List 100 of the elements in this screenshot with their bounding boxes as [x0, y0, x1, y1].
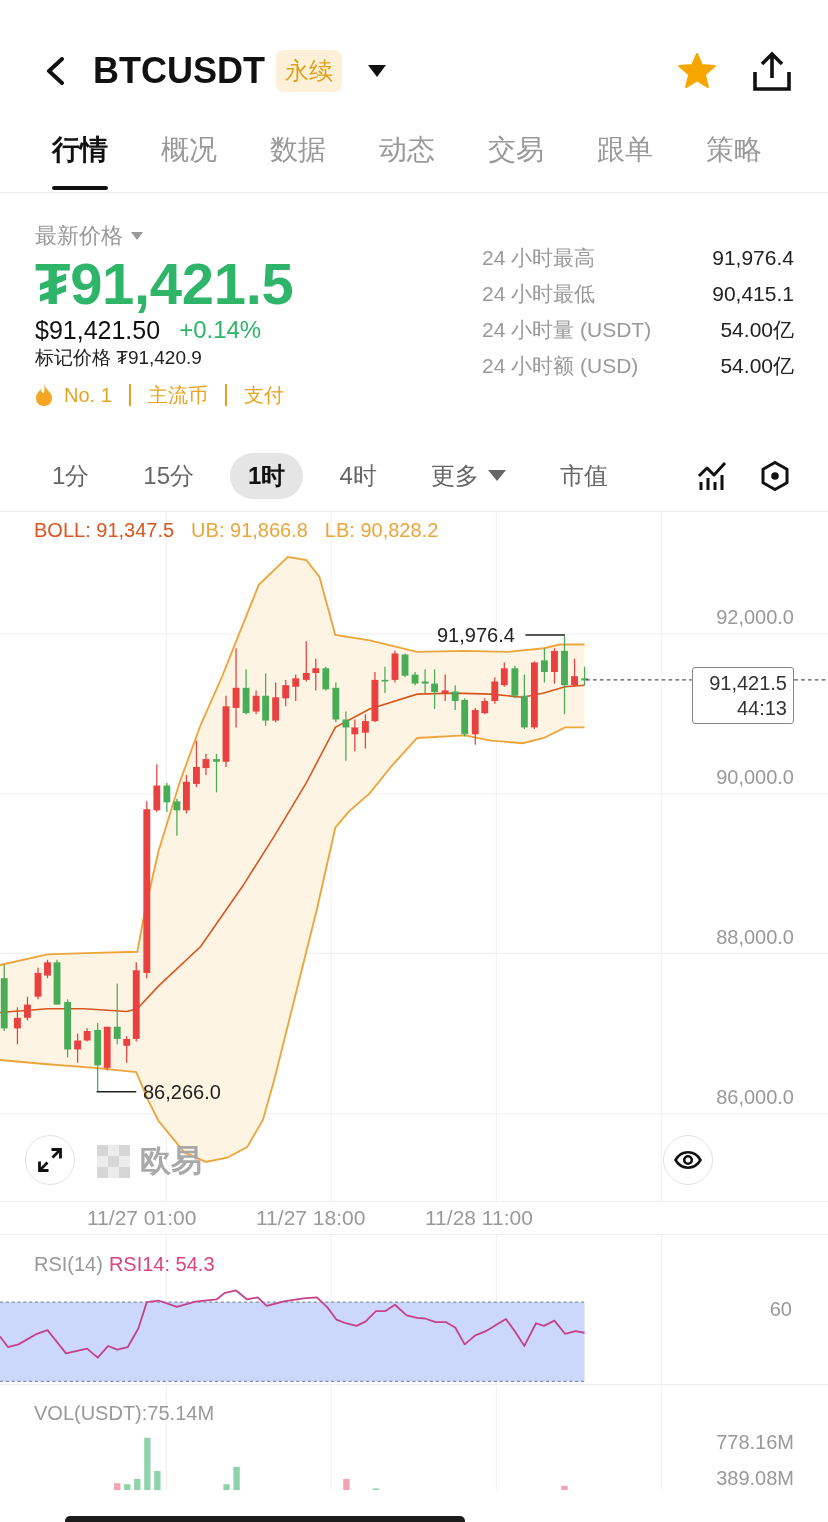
- candlestick: [34, 967, 42, 1000]
- candlestick: [242, 668, 250, 715]
- interval-tab[interactable]: 4时: [321, 452, 395, 499]
- candlestick: [64, 998, 71, 1059]
- caret-down-icon[interactable]: [368, 65, 386, 77]
- tab[interactable]: 行情: [52, 107, 108, 192]
- stat-value: 54.00亿: [720, 317, 794, 343]
- low-marker-line: [95, 1090, 138, 1093]
- volume-bar: [124, 1484, 131, 1490]
- volume-axis-label: 389.08M: [716, 1466, 794, 1490]
- volume-bar: [154, 1471, 161, 1490]
- candlestick: [541, 647, 548, 684]
- candlestick: [252, 689, 260, 715]
- flame-icon: [35, 384, 53, 406]
- candlestick: [461, 697, 469, 738]
- stat-value: 91,976.4: [712, 246, 794, 270]
- time-axis-label: 11/27 18:00: [256, 1206, 366, 1229]
- candlestick: [213, 753, 220, 793]
- star-icon[interactable]: [678, 53, 716, 89]
- candlestick: [193, 739, 200, 788]
- price-axis-label: 90,000.0: [716, 765, 794, 789]
- time-axis-label: 11/27 01:00: [87, 1206, 197, 1229]
- candlestick: [24, 996, 31, 1022]
- candlestick: [451, 684, 459, 711]
- category-tag[interactable]: No. 1: [53, 384, 129, 406]
- indicator-value: UB: 91,866.8: [191, 518, 308, 543]
- candlestick: [272, 681, 280, 723]
- volume-bar: [343, 1478, 350, 1490]
- candlestick: [153, 763, 161, 813]
- candlestick: [163, 782, 171, 813]
- more-intervals-button[interactable]: 更多: [412, 452, 524, 499]
- candlestick: [391, 650, 399, 684]
- candle-countdown: 44:13: [736, 695, 787, 721]
- candlestick: [421, 668, 429, 694]
- volume-title: VOL(USDT):75.14M: [34, 1401, 215, 1425]
- current-price: 91,421.5: [709, 670, 787, 696]
- stat-label: 24 小时额 (USD): [482, 353, 639, 379]
- expand-icon: [37, 1147, 63, 1173]
- tab[interactable]: 跟单: [597, 107, 653, 192]
- rsi-title: RSI(14): [34, 1252, 103, 1276]
- category-tag[interactable]: 主流币: [128, 384, 225, 406]
- logo-icon: [97, 1144, 130, 1178]
- mark-price: 标记价格 ₮91,420.9: [35, 346, 203, 370]
- candlestick: [551, 647, 558, 685]
- candlestick: [411, 671, 419, 686]
- indicator-chart-icon[interactable]: [697, 460, 727, 491]
- high-marker-line: [524, 634, 566, 636]
- visibility-button[interactable]: [663, 1135, 713, 1185]
- category-tag[interactable]: 支付: [224, 384, 301, 406]
- tab[interactable]: 概况: [161, 107, 217, 192]
- caret-down-icon: [131, 232, 143, 240]
- rsi-value: RSI14: 54.3: [108, 1252, 215, 1276]
- share-icon[interactable]: [752, 50, 792, 92]
- candlestick: [302, 640, 310, 683]
- tab[interactable]: 动态: [379, 107, 435, 192]
- volume-bar: [114, 1483, 121, 1490]
- interval-tab[interactable]: 15分: [125, 452, 213, 499]
- candlestick: [312, 658, 320, 692]
- volume-bar: [223, 1484, 230, 1490]
- time-axis-label: 11/28 11:00: [425, 1206, 533, 1229]
- fullscreen-button[interactable]: [25, 1135, 75, 1185]
- interval-tab[interactable]: 1分: [34, 452, 108, 499]
- candlestick: [471, 707, 479, 746]
- interval-tab[interactable]: 1时: [230, 452, 304, 499]
- tab[interactable]: 数据: [270, 107, 326, 192]
- price-axis-label: 88,000.0: [716, 925, 794, 949]
- candlestick: [0, 964, 8, 1032]
- candlestick: [581, 666, 588, 686]
- interval-tab[interactable]: 市值: [541, 452, 626, 499]
- candlestick: [401, 652, 409, 678]
- high-price-label: 91,976.4: [437, 623, 515, 647]
- candlestick: [262, 672, 270, 727]
- tab[interactable]: 交易: [488, 107, 544, 192]
- candlestick: [44, 959, 51, 979]
- candlestick: [202, 753, 210, 776]
- price-type-label[interactable]: 最新价格: [35, 223, 123, 249]
- volume-bar: [561, 1485, 568, 1490]
- back-icon[interactable]: [45, 57, 65, 85]
- candlestick: [332, 681, 340, 723]
- stat-value: 54.00亿: [720, 353, 794, 379]
- volume-bar: [233, 1466, 240, 1490]
- low-price-label: 86,266.0: [143, 1080, 221, 1104]
- last-price: ₮91,421.5: [35, 253, 295, 315]
- price-change: +0.14%: [179, 316, 262, 344]
- candlestick: [481, 697, 489, 715]
- candlestick: [371, 671, 379, 723]
- candlestick: [282, 679, 290, 707]
- candlestick: [14, 1006, 21, 1045]
- contract-badge: 永续: [276, 50, 342, 92]
- volume-bar: [144, 1437, 151, 1490]
- settings-icon[interactable]: [760, 460, 790, 491]
- tab[interactable]: 策略: [706, 107, 762, 192]
- usd-price: $91,421.50: [35, 316, 161, 344]
- stat-label: 24 小时最低: [482, 281, 596, 307]
- price-axis-label: 92,000.0: [716, 605, 794, 629]
- rsi-axis-label: 60: [769, 1297, 792, 1321]
- candlestick: [292, 673, 300, 702]
- price-axis-label: 86,000.0: [716, 1085, 794, 1109]
- indicator-value: LB: 90,828.2: [324, 518, 439, 543]
- candlestick: [113, 982, 121, 1045]
